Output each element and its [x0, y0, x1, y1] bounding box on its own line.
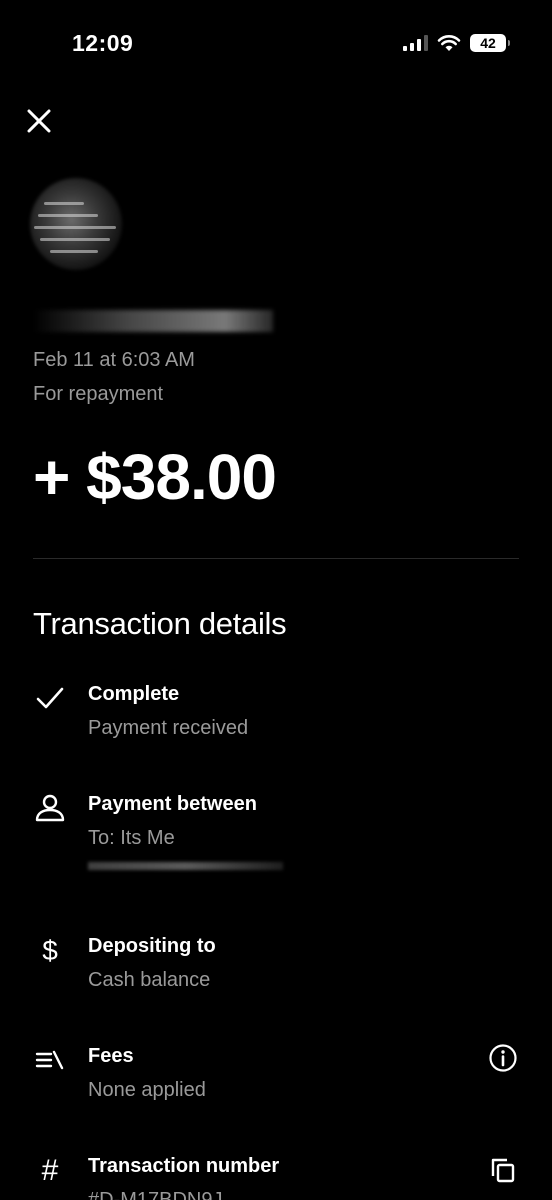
- transaction-date: Feb 11 at 6:03 AM: [33, 349, 195, 371]
- detail-row-depositing-to[interactable]: $ Depositing to Cash balance: [33, 934, 519, 1014]
- check-icon: [33, 682, 67, 716]
- status-title: Complete: [88, 683, 180, 705]
- depositing-to-title: Depositing to: [88, 935, 216, 957]
- transaction-number-value: #D-M17BDN9J: [88, 1189, 223, 1200]
- person-icon: [33, 792, 67, 826]
- status-icons: 42: [403, 34, 510, 52]
- depositing-to-subtitle: Cash balance: [88, 969, 211, 991]
- detail-row-payment-between[interactable]: Payment between To: Its Me: [33, 792, 519, 892]
- status-bar: 12:09 42: [0, 0, 552, 90]
- transaction-number-title: Transaction number: [88, 1155, 280, 1177]
- cellular-signal-icon: [403, 35, 428, 51]
- transaction-note: For repayment: [33, 383, 164, 405]
- avatar-redacted-image: [34, 196, 120, 260]
- divider: [33, 558, 519, 559]
- fees-subtitle: None applied: [88, 1079, 206, 1101]
- close-icon[interactable]: [24, 106, 54, 136]
- hash-icon: #: [41, 1154, 59, 1187]
- payment-between-title: Payment between: [88, 793, 257, 815]
- payment-between-subtitle: To: Its Me: [88, 827, 175, 849]
- detail-row-status: Complete Payment received: [33, 682, 519, 762]
- wifi-icon: [437, 35, 461, 51]
- battery-level: 42: [480, 35, 496, 51]
- dollar-icon: $: [42, 935, 58, 966]
- fees-icon: [33, 1044, 67, 1078]
- info-icon[interactable]: [487, 1042, 519, 1074]
- fees-title: Fees: [88, 1045, 134, 1067]
- detail-row-transaction-number: # Transaction number #D-M17BDN9J: [33, 1154, 519, 1200]
- copy-icon[interactable]: [487, 1154, 519, 1186]
- redacted-cashtag: [88, 862, 283, 870]
- section-title: Transaction details: [33, 606, 287, 641]
- battery-icon: 42: [470, 34, 510, 52]
- transaction-amount: + $38.00: [33, 441, 277, 513]
- sender-name-redacted: [33, 310, 273, 332]
- status-subtitle: Payment received: [88, 717, 249, 739]
- status-time: 12:09: [72, 30, 134, 56]
- detail-row-fees: Fees None applied: [33, 1044, 519, 1124]
